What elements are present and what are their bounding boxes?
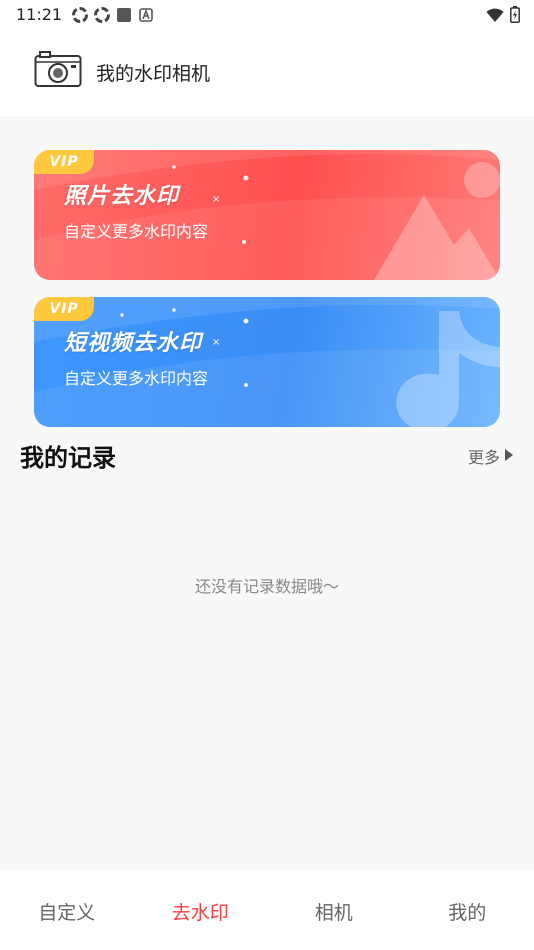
nav-item-remove-watermark[interactable]: 去水印 <box>134 870 268 950</box>
vip-badge: VIP <box>34 150 94 174</box>
records-title: 我的记录 <box>20 444 116 472</box>
status-time: 11:21 <box>16 5 63 24</box>
nav-item-custom[interactable]: 自定义 <box>0 870 134 950</box>
banner-title: 短视频去水印 <box>64 331 203 356</box>
status-icons <box>72 7 154 23</box>
photo-watermark-banner[interactable]: × VIP 照片去水印 自定义更多水印内容 <box>34 150 500 280</box>
nav-item-mine[interactable]: 我的 <box>401 870 534 950</box>
empty-records-message: 还没有记录数据哦～ <box>194 577 339 596</box>
sync-icon <box>72 7 88 23</box>
banner-subtitle: 自定义更多水印内容 <box>64 369 209 388</box>
banner-title: 照片去水印 <box>64 184 180 209</box>
status-bar: 11:21 <box>0 0 534 30</box>
app-title: 我的水印相机 <box>96 63 211 85</box>
svg-text:×: × <box>212 194 220 205</box>
status-right <box>486 6 520 27</box>
banner-decoration: × <box>34 150 500 280</box>
video-watermark-banner[interactable]: × VIP 短视频去水印 自定义更多水印内容 <box>34 297 500 427</box>
wifi-icon <box>486 7 504 27</box>
nav-item-camera[interactable]: 相机 <box>267 870 401 950</box>
a-badge-icon <box>138 7 154 23</box>
bottom-nav: 自定义 去水印 相机 我的 <box>0 870 534 950</box>
battery-icon <box>510 6 520 27</box>
vip-badge: VIP <box>34 297 94 321</box>
camera-icon <box>34 50 82 88</box>
square-icon <box>116 7 132 23</box>
caret-right-icon <box>504 447 514 466</box>
sync-icon <box>94 7 110 23</box>
more-link[interactable]: 更多 <box>468 444 514 468</box>
svg-text:×: × <box>212 337 220 348</box>
banner-subtitle: 自定义更多水印内容 <box>64 222 209 241</box>
banner-decoration: × <box>34 297 500 427</box>
app-header: 我的水印相机 <box>0 30 534 116</box>
more-label: 更多 <box>467 448 500 467</box>
